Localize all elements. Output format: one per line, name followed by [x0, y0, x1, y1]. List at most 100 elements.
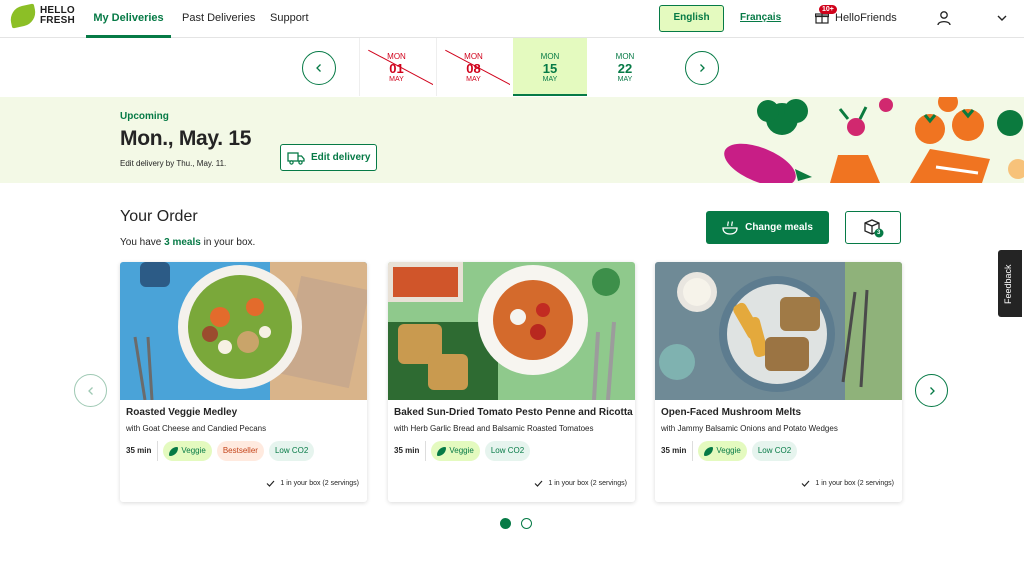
meal-subtitle: with Herb Garlic Bread and Balsamic Roas… — [394, 424, 594, 433]
meal-subtitle: with Jammy Balsamic Onions and Potato We… — [661, 424, 838, 433]
meal-card[interactable]: Roasted Veggie Medley with Goat Cheese a… — [120, 262, 367, 502]
french-link[interactable]: Français — [740, 12, 781, 23]
chevron-left-icon — [87, 386, 93, 395]
leaf-icon — [437, 446, 447, 456]
date-may-01[interactable]: MON 01 MAY — [359, 38, 433, 96]
meal-tags: 35 min Veggie Bestseller Low CO2 — [126, 440, 315, 462]
meal-title: Baked Sun-Dried Tomato Pesto Penne and R… — [394, 407, 633, 418]
in-box-label: 1 in your box (2 servings) — [815, 480, 894, 487]
low-co2-tag: Low CO2 — [484, 441, 531, 461]
date-may-08[interactable]: MON 08 MAY — [436, 38, 510, 96]
veggie-tag: Veggie — [698, 441, 747, 461]
meal-title: Roasted Veggie Medley — [126, 407, 238, 418]
date-weekday: MON — [540, 52, 560, 61]
chevron-right-icon — [700, 64, 705, 72]
bestseller-tag: Bestseller — [216, 441, 264, 461]
low-co2-tag: Low CO2 — [751, 441, 798, 461]
meal-card[interactable]: Open-Faced Mushroom Melts with Jammy Bal… — [655, 262, 902, 502]
carousel-dot-2[interactable] — [521, 518, 532, 529]
meal-photo — [655, 262, 902, 400]
lime-icon — [8, 3, 38, 29]
date-may-15[interactable]: MON 15 MAY — [513, 38, 587, 96]
cook-time: 35 min — [126, 441, 159, 461]
veggie-tag: Veggie — [163, 441, 212, 461]
edit-deadline: Edit delivery by Thu., May. 11. — [120, 159, 227, 168]
date-day: 08 — [466, 61, 481, 76]
meal-title: Open-Faced Mushroom Melts — [661, 407, 802, 418]
date-may-22[interactable]: MON 22 MAY — [588, 38, 662, 96]
tab-past-deliveries[interactable]: Past Deliveries — [182, 0, 255, 38]
meal-tags: 35 min Veggie Low CO2 — [661, 440, 798, 462]
delivery-status: Upcoming — [120, 111, 169, 122]
delivery-date-heading: Mon., May. 15 — [120, 127, 252, 150]
veggie-tag-label: Veggie — [449, 446, 474, 455]
date-day: 15 — [542, 61, 558, 76]
date-weekday: MON — [387, 52, 406, 61]
meal-photo — [120, 262, 367, 400]
change-meals-label: Change meals — [745, 222, 813, 233]
hellofriends-link[interactable]: HelloFriends — [835, 12, 897, 24]
english-button[interactable]: English — [659, 5, 724, 32]
meals-count: 3 meals — [164, 237, 201, 248]
box-icon — [864, 218, 884, 237]
chevron-right-icon — [929, 386, 935, 395]
change-meals-button[interactable]: Change meals — [706, 211, 829, 244]
delivery-date-strip: MON 01 MAY MON 08 MAY MON 15 MAY MON 22 … — [0, 38, 1024, 97]
date-month: MAY — [542, 76, 558, 83]
chevron-down-icon[interactable] — [996, 13, 1008, 23]
in-box-status: 1 in your box (2 servings) — [266, 480, 359, 487]
bowl-icon — [722, 220, 738, 235]
top-navigation: HELLO FRESH My Deliveries Past Deliverie… — [0, 0, 1024, 38]
meal-subtitle: with Goat Cheese and Candied Pecans — [126, 424, 267, 433]
tab-support[interactable]: Support — [270, 0, 309, 38]
low-co2-tag: Low CO2 — [268, 441, 315, 461]
checkmark-icon — [534, 480, 543, 487]
checkmark-icon — [801, 480, 810, 487]
feedback-tab[interactable]: Feedback — [998, 250, 1022, 317]
in-box-label: 1 in your box (2 servings) — [548, 480, 627, 487]
date-day: 22 — [617, 61, 633, 76]
edit-delivery-button[interactable]: Edit delivery — [280, 144, 377, 171]
edit-delivery-label: Edit delivery — [311, 152, 371, 163]
veggie-tag: Veggie — [431, 441, 480, 461]
date-month: MAY — [617, 76, 633, 83]
meal-tags: 35 min Veggie Low CO2 — [394, 440, 531, 462]
upcoming-delivery-banner: Upcoming Mon., May. 15 Edit delivery by … — [0, 97, 1024, 183]
tab-my-deliveries[interactable]: My Deliveries — [86, 0, 171, 38]
truck-icon — [287, 151, 305, 165]
feedback-label: Feedback — [1003, 264, 1013, 304]
date-weekday: MON — [464, 52, 483, 61]
carousel-previous-button[interactable] — [74, 374, 107, 407]
meal-photo — [388, 262, 635, 400]
in-box-label: 1 in your box (2 servings) — [280, 480, 359, 487]
user-icon[interactable] — [936, 10, 952, 26]
date-weekday: MON — [615, 52, 635, 61]
chevron-left-icon — [316, 64, 321, 72]
next-week-button[interactable] — [685, 51, 719, 85]
meals-suffix: in your box. — [200, 237, 256, 248]
in-box-status: 1 in your box (2 servings) — [801, 480, 894, 487]
carousel-next-button[interactable] — [915, 374, 948, 407]
previous-week-button[interactable] — [302, 51, 336, 85]
box-button[interactable]: 3 — [845, 211, 901, 244]
cook-time: 35 min — [394, 441, 427, 461]
in-box-status: 1 in your box (2 servings) — [534, 480, 627, 487]
meals-summary: You have 3 meals in your box. — [120, 237, 255, 248]
vegetables-illustration — [724, 97, 1024, 183]
checkmark-icon — [266, 480, 275, 487]
leaf-icon — [704, 446, 714, 456]
leaf-icon — [169, 446, 179, 456]
cook-time: 35 min — [661, 441, 694, 461]
date-month: MAY — [389, 76, 404, 83]
meal-card[interactable]: Baked Sun-Dried Tomato Pesto Penne and R… — [388, 262, 635, 502]
logo-line-2: FRESH — [40, 15, 75, 26]
veggie-tag-label: Veggie — [181, 446, 206, 455]
your-order-heading: Your Order — [120, 208, 198, 225]
date-day: 01 — [389, 61, 404, 76]
box-count: 3 — [877, 230, 881, 236]
meals-prefix: You have — [120, 237, 165, 248]
veggie-tag-label: Veggie — [716, 446, 741, 455]
carousel-dot-1[interactable] — [500, 518, 511, 529]
hellofresh-logo[interactable]: HELLO FRESH — [8, 3, 75, 29]
date-month: MAY — [466, 76, 481, 83]
